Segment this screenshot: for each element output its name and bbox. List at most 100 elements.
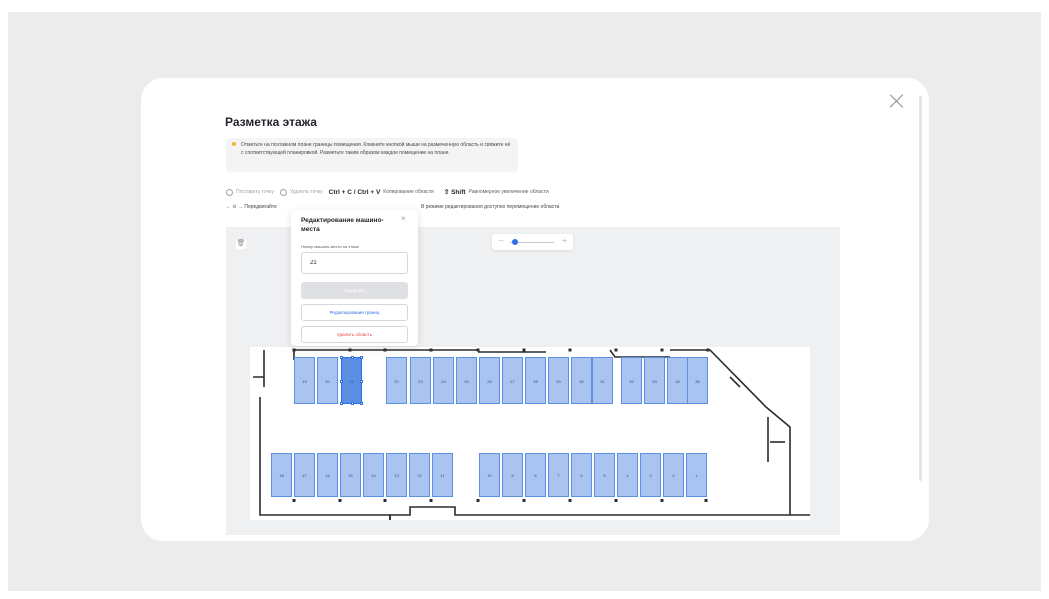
parking-spot[interactable]: 23 [410, 357, 431, 404]
parking-spot-number: 2 [672, 473, 675, 478]
edit-bounds-button[interactable]: Редактирование границ [301, 304, 408, 321]
resize-handle[interactable] [360, 356, 363, 359]
parking-spot[interactable]: 20 [317, 357, 338, 404]
parking-spot[interactable]: 15 [340, 453, 361, 497]
move-keys: ← ⊙ → [226, 204, 243, 210]
parking-spot-number: 35 [695, 378, 700, 384]
parking-spot[interactable]: 28 [525, 357, 546, 404]
zoom-in-button[interactable]: + [562, 236, 567, 245]
parking-spot[interactable]: 6 [571, 453, 592, 497]
parking-spot[interactable]: 1 [686, 453, 707, 497]
move-hint: ← ⊙ → Передвигайте [226, 204, 277, 210]
parking-spot[interactable]: 31 [592, 357, 613, 404]
edit-mode-hint: В режиме редактирования доступно перемещ… [421, 204, 561, 210]
parking-spot-number: 11 [440, 473, 445, 478]
edit-spot-popup: Редактирование машино-места × Номер маши… [291, 210, 418, 346]
resize-handle[interactable] [350, 402, 354, 405]
parking-spot[interactable]: 17 [294, 453, 315, 497]
resize-handle[interactable] [340, 356, 343, 359]
parking-spot[interactable]: 13 [386, 453, 407, 497]
parking-spot-number: 12 [417, 473, 422, 478]
spot-number-label: Номер машино-места на этаже [301, 244, 360, 249]
delete-point-icon[interactable] [279, 188, 287, 196]
info-banner: Отметьте на поэтажном плане границы поме… [226, 138, 518, 172]
resize-handle[interactable] [360, 379, 363, 383]
parking-spot[interactable]: 9 [502, 453, 523, 497]
delete-area-button[interactable]: Удалить область [301, 326, 408, 343]
parking-spot[interactable]: 26 [479, 357, 500, 404]
parking-spot-number: 24 [441, 378, 446, 384]
parking-spot-number: 29 [556, 378, 561, 384]
parking-spot[interactable]: 16 [317, 453, 338, 497]
floor-plan[interactable]: 19 20 21 22 23 24 25 26 27 28 29 30 31 32 33 34 35 18 17 16… [250, 347, 810, 520]
parking-spot-number: 33 [652, 378, 657, 384]
parking-spot[interactable]: 33 [644, 357, 665, 404]
parking-spot-number: 18 [279, 473, 284, 478]
popup-title: Редактирование машино-места [301, 217, 384, 233]
parking-spot-number: 30 [579, 378, 584, 384]
set-point-button[interactable]: Поставить точку [236, 189, 274, 195]
parking-spot[interactable]: 18 [271, 453, 292, 497]
resize-handle[interactable] [340, 402, 343, 405]
page-title: Разметка этажа [225, 115, 317, 129]
parking-spot[interactable]: 11 [432, 453, 453, 497]
parking-spot-number: 26 [487, 378, 492, 384]
toolbar: Поставить точку Удалить точку Ctrl + C /… [226, 187, 549, 197]
parking-spot-number: 5 [603, 473, 606, 478]
zoom-out-button[interactable]: – [499, 236, 503, 245]
parking-spot-number: 1 [695, 473, 698, 478]
trash-icon[interactable]: 🗑 [236, 239, 246, 249]
parking-spot-number: 17 [302, 473, 307, 478]
parking-spot-number: 31 [600, 378, 605, 384]
parking-spot-number: 7 [557, 473, 560, 478]
parking-spot[interactable]: 3 [640, 453, 661, 497]
spot-number-input[interactable] [301, 252, 408, 274]
parking-spot-number: 6 [580, 473, 583, 478]
parking-spot[interactable]: 30 [571, 357, 592, 404]
parking-spot[interactable]: 4 [617, 453, 638, 497]
parking-spot[interactable]: 8 [525, 453, 546, 497]
parking-spot[interactable]: 5 [594, 453, 615, 497]
parking-spot-selected[interactable]: 21 [341, 357, 362, 404]
parking-spot-number: 9 [511, 473, 514, 478]
info-text: Отметьте на поэтажном плане границы поме… [241, 142, 511, 156]
save-button[interactable]: Сохранить [301, 282, 408, 299]
parking-spot[interactable]: 7 [548, 453, 569, 497]
parking-spot[interactable]: 25 [456, 357, 477, 404]
parking-spot-number: 8 [534, 473, 537, 478]
parking-spot-number: 15 [348, 473, 353, 478]
zoom-slider-knob[interactable] [512, 239, 518, 245]
parking-spot[interactable]: 27 [502, 357, 523, 404]
copy-shortcut: Ctrl + C / Ctrl + V [328, 188, 381, 196]
parking-spot-number: 21 [349, 378, 354, 384]
copy-label: Копирование области [383, 189, 434, 195]
parking-spot-number: 25 [464, 378, 469, 384]
parking-spot[interactable]: 2 [663, 453, 684, 497]
parking-spot-number: 27 [510, 378, 515, 384]
parking-spot[interactable]: 32 [621, 357, 642, 404]
parking-spot[interactable]: 19 [294, 357, 315, 404]
delete-point-button[interactable]: Удалить точку [290, 189, 323, 195]
parking-spot[interactable]: 35 [687, 357, 708, 404]
parking-spot-number: 13 [394, 473, 399, 478]
parking-spot[interactable]: 14 [363, 453, 384, 497]
move-label: Передвигайте [244, 204, 277, 210]
scrollbar[interactable] [919, 96, 922, 481]
set-point-icon[interactable] [226, 188, 233, 196]
parking-spot[interactable]: 10 [479, 453, 500, 497]
floor-markup-modal: Разметка этажа Отметьте на поэтажном пла… [141, 78, 929, 541]
close-icon[interactable] [889, 93, 905, 109]
parking-spot-number: 19 [302, 378, 307, 384]
shift-label: Равномерное увеличение области [468, 189, 549, 195]
parking-spot[interactable]: 12 [409, 453, 430, 497]
popup-close-icon[interactable]: × [401, 214, 406, 223]
hint-icon [232, 142, 236, 146]
resize-handle[interactable] [340, 379, 343, 383]
parking-spot[interactable]: 29 [548, 357, 569, 404]
parking-spot-number: 10 [487, 473, 492, 478]
resize-handle[interactable] [350, 356, 354, 359]
parking-spot[interactable]: 34 [667, 357, 688, 404]
parking-spot[interactable]: 24 [433, 357, 454, 404]
parking-spot[interactable]: 22 [386, 357, 407, 404]
resize-handle[interactable] [360, 402, 363, 405]
